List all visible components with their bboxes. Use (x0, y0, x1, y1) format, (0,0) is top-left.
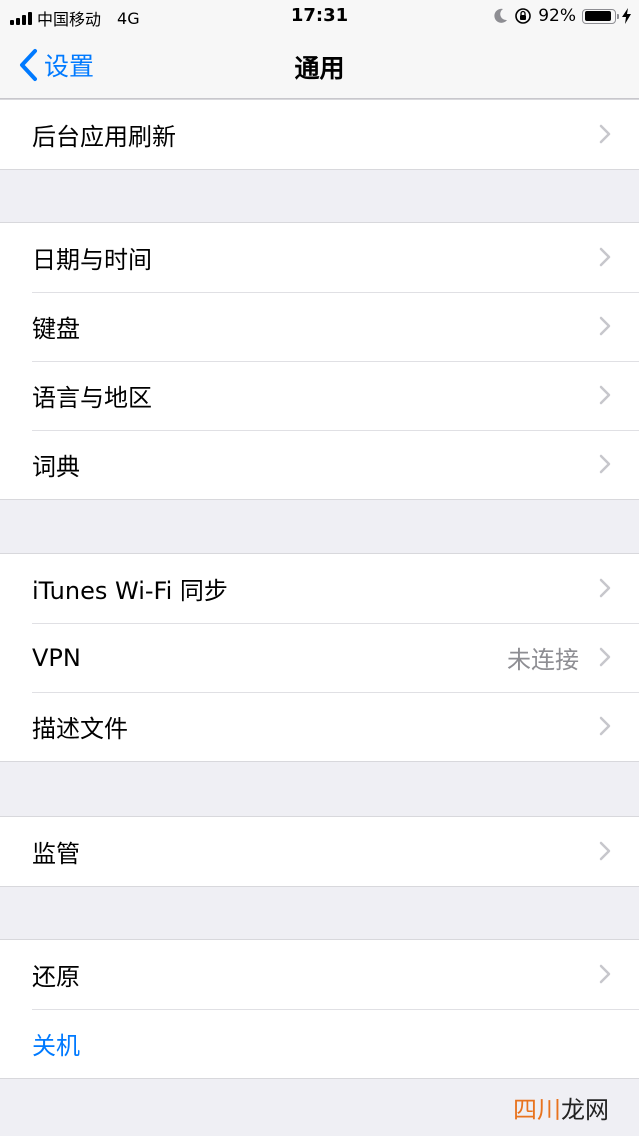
row-label: 语言与地区 (32, 384, 152, 412)
chevron-right-icon (599, 454, 611, 474)
row-shut-down[interactable]: 关机 (0, 1009, 639, 1078)
page-title: 通用 (294, 54, 345, 83)
chevron-right-icon (599, 316, 611, 336)
row-supervision[interactable]: 监管 (0, 817, 639, 886)
row-label: iTunes Wi-Fi 同步 (32, 577, 228, 605)
row-label: 还原 (32, 963, 80, 991)
settings-group-supervision: 监管 (0, 816, 639, 887)
chevron-right-icon (599, 841, 611, 861)
row-label: 日期与时间 (32, 246, 152, 274)
settings-group-reset: 还原 关机 (0, 939, 639, 1079)
navigation-bar: 设置 通用 (0, 33, 639, 99)
settings-group-locale: 日期与时间 键盘 语言与地区 词典 (0, 222, 639, 500)
chevron-right-icon (599, 385, 611, 405)
row-label: 监管 (32, 840, 80, 868)
row-label: 键盘 (32, 315, 80, 343)
row-label: 词典 (32, 453, 80, 481)
chevron-right-icon (599, 578, 611, 598)
row-language-region[interactable]: 语言与地区 (0, 361, 639, 430)
battery-percent: 92% (538, 6, 576, 26)
row-profiles[interactable]: 描述文件 (0, 692, 639, 761)
chevron-right-icon (599, 647, 611, 667)
chevron-right-icon (599, 247, 611, 267)
chevron-right-icon (599, 716, 611, 736)
watermark-part1: 四川 (513, 1096, 561, 1124)
row-reset[interactable]: 还原 (0, 940, 639, 1009)
row-keyboard[interactable]: 键盘 (0, 292, 639, 361)
row-vpn[interactable]: VPN 未连接 (0, 623, 639, 692)
settings-group-sync: iTunes Wi-Fi 同步 VPN 未连接 描述文件 (0, 553, 639, 762)
battery-fill (584, 11, 612, 21)
moon-icon (494, 8, 508, 23)
row-label: VPN (32, 643, 81, 672)
charging-bolt-icon (622, 8, 631, 24)
vpn-status-value: 未连接 (507, 646, 579, 674)
battery-icon (582, 8, 619, 24)
row-background-app-refresh[interactable]: 后台应用刷新 (0, 100, 639, 169)
row-date-time[interactable]: 日期与时间 (0, 223, 639, 292)
status-bar: 中国移动 4G 17:31 92% (0, 0, 639, 33)
watermark-part2: 龙网 (561, 1096, 609, 1124)
row-label: 描述文件 (32, 715, 128, 743)
watermark: 四川龙网 (513, 1090, 609, 1125)
chevron-right-icon (599, 124, 611, 144)
row-label: 后台应用刷新 (32, 123, 176, 151)
rotation-lock-icon (515, 8, 532, 24)
shut-down-label: 关机 (32, 1032, 80, 1060)
status-right: 92% (494, 6, 631, 26)
chevron-right-icon (599, 964, 611, 984)
row-dictionary[interactable]: 词典 (0, 430, 639, 499)
settings-group-background-refresh: 后台应用刷新 (0, 99, 639, 170)
row-itunes-wifi-sync[interactable]: iTunes Wi-Fi 同步 (0, 554, 639, 623)
